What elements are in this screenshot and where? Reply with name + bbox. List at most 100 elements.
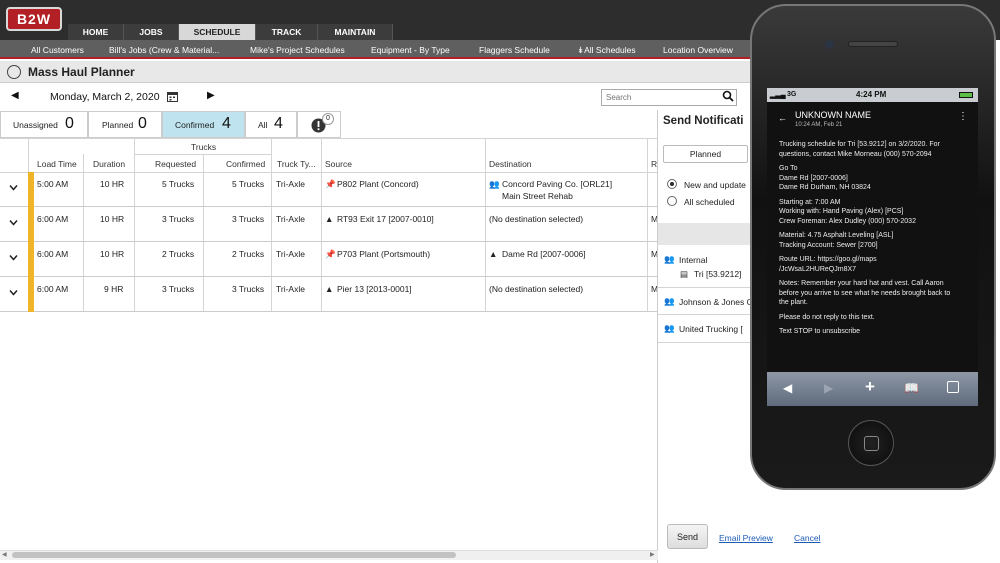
nav-maintain[interactable]: MAINTAIN <box>318 24 393 40</box>
phone-home-button[interactable] <box>848 420 894 466</box>
next-day-arrow-icon[interactable]: ▶ <box>207 90 215 101</box>
tabs-icon[interactable] <box>947 381 959 393</box>
current-date[interactable]: Monday, March 2, 2020 <box>50 91 160 103</box>
duration: 10 HR <box>100 214 125 224</box>
sms-text-line: Material: 4.75 Asphalt Leveling [ASL] <box>779 232 894 239</box>
calendar-icon[interactable] <box>167 91 178 102</box>
truck-type: Tri-Axle <box>276 249 305 259</box>
table-row[interactable]: 6:00 AM 9 HR 3 Trucks 3 Trucks Tri-Axle … <box>0 277 658 312</box>
header-truck-type[interactable]: Truck Ty... <box>277 159 316 169</box>
sms-text-line: Go To <box>779 165 798 172</box>
header-destination[interactable]: Destination <box>489 159 532 169</box>
table-row[interactable]: 6:00 AM 10 HR 2 Trucks 2 Trucks Tri-Axle… <box>0 242 658 277</box>
truck-type: Tri-Axle <box>276 179 305 189</box>
phone-time: 4:24 PM <box>856 90 887 99</box>
carrier-label: 3G <box>787 91 797 98</box>
table-row[interactable]: 6:00 AM 10 HR 3 Trucks 3 Trucks Tri-Axle… <box>0 207 658 242</box>
forward-icon[interactable]: ▶ <box>824 381 833 395</box>
header-source[interactable]: Source <box>325 159 352 169</box>
nav-track[interactable]: TRACK <box>256 24 318 40</box>
nav-home[interactable]: HOME <box>68 24 124 40</box>
bookmarks-icon[interactable]: 📖 <box>904 381 919 395</box>
subnav-equipment-by-type[interactable]: Equipment - By Type <box>371 45 450 55</box>
back-arrow-icon[interactable]: ← <box>778 113 787 123</box>
chevron-down-icon[interactable] <box>9 183 18 192</box>
destination: (No destination selected) <box>489 214 584 224</box>
recipients-header <box>658 223 752 245</box>
all-scheduled-radio[interactable] <box>667 196 677 206</box>
scroll-left-arrow-icon[interactable]: ◀ <box>2 551 7 558</box>
confirmed: 2 Trucks <box>232 249 265 259</box>
destination: Dame Rd [2007-0006] <box>502 249 586 259</box>
tab-planned[interactable]: Planned 0 <box>88 111 162 138</box>
nav-jobs[interactable]: JOBS <box>124 24 179 40</box>
requested: 3 Trucks <box>162 284 195 294</box>
search-input[interactable] <box>601 89 737 106</box>
requested: 3 Trucks <box>162 214 195 224</box>
header-load-time[interactable]: Load Time <box>37 159 77 169</box>
cancel-link[interactable]: Cancel <box>794 533 820 543</box>
destination: (No destination selected) <box>489 284 584 294</box>
search-icon[interactable] <box>722 90 734 102</box>
tab-alerts[interactable]: 0 <box>297 111 341 138</box>
chevron-down-icon[interactable] <box>9 253 18 262</box>
title-bar: Mass Haul Planner <box>0 61 760 83</box>
previous-day-arrow-icon[interactable]: ◀ <box>11 90 19 101</box>
header-requested[interactable]: Requested <box>155 159 196 169</box>
planned-filter-button[interactable]: Planned <box>663 145 748 163</box>
sms-text-line: the plant. <box>779 299 808 306</box>
users-icon: 👥 <box>489 179 500 189</box>
back-icon[interactable]: ◀ <box>783 381 792 395</box>
status-bar <box>28 172 34 207</box>
source: RT93 Exit 17 [2007-0010] <box>337 214 434 224</box>
add-icon[interactable]: + <box>865 377 875 397</box>
table-row[interactable]: 5:00 AM 10 HR 5 Trucks 5 Trucks Tri-Axle… <box>0 172 658 207</box>
subnav-all-customers[interactable]: All Customers <box>31 45 84 55</box>
users-icon: 👥 <box>664 254 675 264</box>
sms-text-line: questions, contact Mike Morneau (000) 57… <box>779 150 932 158</box>
scroll-right-arrow-icon[interactable]: ▶ <box>650 551 655 558</box>
header-confirmed[interactable]: Confirmed <box>226 159 265 169</box>
new-and-updated-label: New and update <box>684 180 746 190</box>
requested: 2 Trucks <box>162 249 195 259</box>
more-options-icon[interactable]: ⋮ <box>958 111 968 122</box>
recipient-group-united-trucking[interactable]: United Trucking [ <box>679 324 743 334</box>
tab-count: 4 <box>274 115 283 132</box>
new-and-updated-radio[interactable] <box>667 179 677 189</box>
source: P802 Plant (Concord) <box>337 179 419 189</box>
recipient-truck[interactable]: Tri [53.9212] <box>694 269 741 279</box>
subnav-flaggers-schedule[interactable]: Flaggers Schedule <box>479 45 550 55</box>
header-duration[interactable]: Duration <box>93 159 125 169</box>
subnav-bills-jobs[interactable]: Bill's Jobs (Crew & Material... <box>109 45 219 55</box>
alert-count-badge: 0 <box>322 113 334 125</box>
status-bar <box>28 277 34 312</box>
tab-unassigned[interactable]: Unassigned 0 <box>0 111 88 138</box>
nav-schedule[interactable]: SCHEDULE <box>179 24 256 40</box>
send-button[interactable]: Send <box>667 524 708 549</box>
scrollbar-thumb[interactable] <box>12 552 456 558</box>
users-icon: 👥 <box>664 323 675 333</box>
battery-icon <box>959 92 973 98</box>
sms-text-line: Notes: Remember your hard hat and vest. … <box>779 280 944 287</box>
subnav-all-schedules[interactable]: ↡All Schedules <box>577 45 636 56</box>
tab-label: Confirmed <box>175 120 215 130</box>
load-time: 6:00 AM <box>37 214 69 224</box>
tab-confirmed[interactable]: Confirmed 4 <box>162 111 245 138</box>
subnav-mikes-schedules[interactable]: Mike's Project Schedules <box>250 45 345 55</box>
recipient-group-internal[interactable]: Internal <box>679 255 707 265</box>
truck-icon: ▤ <box>680 269 689 279</box>
sms-text-line: Dame Rd [2007-0006] <box>779 174 848 182</box>
tab-label: All <box>258 120 268 130</box>
pin-icon: 📌 <box>325 179 336 189</box>
tab-count: 4 <box>222 115 231 132</box>
signal-icon: ▂▃▄ <box>770 92 786 99</box>
tab-label: Unassigned <box>13 120 58 130</box>
tab-all[interactable]: All 4 <box>245 111 297 138</box>
pin-icon: 📌 <box>325 249 336 259</box>
b2w-logo[interactable]: B2W <box>6 7 62 31</box>
subnav-location-overview[interactable]: Location Overview <box>663 45 733 55</box>
chevron-down-icon[interactable] <box>9 288 18 297</box>
email-preview-link[interactable]: Email Preview <box>719 533 773 543</box>
chevron-down-icon[interactable] <box>9 218 18 227</box>
recipient-group-johnson-jones[interactable]: Johnson & Jones C <box>679 297 753 307</box>
